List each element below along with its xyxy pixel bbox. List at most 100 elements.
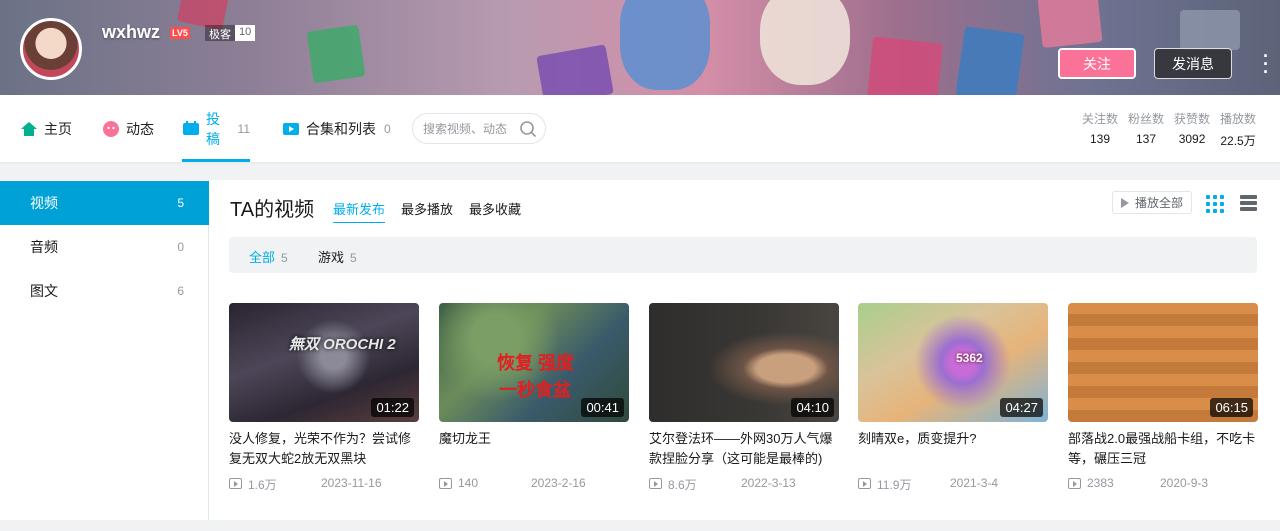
tab-uploads[interactable]: 投稿 11 [182, 95, 250, 162]
video-title[interactable]: 魔切龙王 [439, 429, 629, 469]
filter-label: 游戏 [318, 250, 345, 265]
search-box [412, 113, 546, 144]
video-thumbnail[interactable]: 恢复 强度 一秒食盆 00:41 [439, 303, 629, 422]
sidebar-item-count: 5 [177, 196, 184, 210]
stat-label: 获赞数 [1174, 112, 1211, 126]
sidebar-item-label: 图文 [30, 283, 58, 299]
gift-decoration [536, 44, 614, 95]
video-title[interactable]: 没人修复，光荣不作为？尝试修复无双大蛇2放无双黑块 [229, 429, 419, 469]
video-card[interactable]: 5362 04:27 刻晴双e，质变提升? 11.9万 2021-3-4 [858, 303, 1048, 492]
search-icon[interactable] [519, 120, 537, 138]
video-meta: 2383 2020-9-3 [1068, 476, 1258, 492]
stat-label: 播放数 [1220, 112, 1257, 126]
gift-decoration [1037, 0, 1103, 48]
dynamic-icon [102, 120, 120, 138]
video-card[interactable]: 恢复 强度 一秒食盆 00:41 魔切龙王 140 2023-2-16 [439, 303, 629, 492]
video-plays: 8.6万 [668, 478, 697, 492]
stat-label: 粉丝数 [1128, 112, 1165, 126]
tab-home[interactable]: 主页 [20, 95, 72, 162]
video-card[interactable]: 04:10 艾尔登法环——外网30万人气爆款捏脸分享（这可能是最棒的) 8.6万… [649, 303, 839, 492]
gift-decoration [955, 26, 1025, 95]
video-plays: 2383 [1087, 476, 1114, 490]
video-duration: 04:27 [1000, 398, 1043, 417]
sidebar-item-label: 视频 [30, 195, 58, 211]
play-all-button[interactable]: 播放全部 [1112, 191, 1192, 214]
collection-icon [282, 120, 300, 138]
stat-label: 关注数 [1082, 112, 1119, 126]
list-view-icon[interactable] [1240, 195, 1257, 212]
video-meta: 140 2023-2-16 [439, 476, 629, 492]
video-thumbnail[interactable]: 04:10 [649, 303, 839, 422]
video-date: 2020-9-3 [1160, 476, 1209, 490]
video-date: 2021-3-4 [950, 476, 999, 490]
follow-button[interactable]: 关注 [1058, 48, 1136, 79]
video-meta: 11.9万 2021-3-4 [858, 476, 1048, 492]
stat-value: 3092 [1178, 132, 1206, 146]
video-thumbnail[interactable]: 06:15 [1068, 303, 1258, 422]
stat-value: 139 [1089, 132, 1111, 146]
tab-uploads-label: 投稿 [206, 110, 220, 147]
filter-count: 5 [281, 251, 288, 265]
video-plays: 140 [458, 476, 479, 490]
video-duration: 04:10 [791, 398, 834, 417]
video-meta: 1.6万 2023-11-16 [229, 476, 419, 492]
sidebar-item-article[interactable]: 图文 6 [0, 269, 209, 313]
video-date: 2023-2-16 [531, 476, 586, 490]
video-card[interactable]: 無双 OROCHI 2 01:22 没人修复，光荣不作为？尝试修复无双大蛇2放无… [229, 303, 419, 492]
video-plays: 11.9万 [877, 478, 912, 492]
play-count-icon [858, 478, 871, 489]
video-title[interactable]: 刻晴双e，质变提升? [858, 429, 1048, 469]
sort-tab-most-favorited[interactable]: 最多收藏 [469, 199, 521, 218]
video-date: 2022-3-13 [741, 476, 796, 490]
video-title[interactable]: 部落战2.0最强战船卡组，不吃卡等，碾压三冠 [1068, 429, 1258, 469]
stat-following[interactable]: 关注数 139 [1082, 110, 1118, 149]
stat-plays: 播放数 22.5万 [1220, 110, 1256, 149]
category-filter-bar: 全部 5 游戏 5 [229, 237, 1257, 273]
user-tag-badge: 极客 10 [205, 25, 256, 41]
message-button[interactable]: 发消息 [1154, 48, 1232, 79]
section-title: TA的视频 [230, 199, 315, 221]
thumbnail-overlay-text: 一秒食盆 [499, 380, 571, 400]
tab-dynamic[interactable]: 动态 [102, 95, 154, 162]
content-type-sidebar: 视频 5 音频 0 图文 6 [0, 180, 209, 520]
avatar[interactable] [20, 18, 82, 80]
tab-collections[interactable]: 合集和列表 0 [282, 95, 391, 162]
gift-decoration [867, 36, 943, 95]
play-icon [1120, 197, 1129, 208]
gift-decoration [1180, 10, 1240, 50]
profile-stats: 关注数 139 粉丝数 137 获赞数 3092 播放数 22.5万 [1072, 110, 1256, 149]
video-duration: 01:22 [371, 398, 414, 417]
sidebar-item-video[interactable]: 视频 5 [0, 181, 209, 225]
sort-tab-latest[interactable]: 最新发布 [333, 199, 386, 223]
video-thumbnail[interactable]: 5362 04:27 [858, 303, 1048, 422]
user-tag-count: 10 [235, 25, 256, 41]
page-background-strip [0, 520, 1280, 531]
character-decoration [620, 0, 710, 90]
more-options-icon[interactable]: · · · [1262, 47, 1270, 81]
character-decoration [760, 0, 850, 85]
tab-dynamic-label: 动态 [126, 120, 154, 137]
video-upload-icon [182, 120, 200, 138]
tab-collections-count: 0 [384, 121, 391, 136]
play-count-icon [1068, 478, 1081, 489]
video-plays: 1.6万 [248, 478, 277, 492]
thumbnail-title-text: 無双 OROCHI 2 [289, 336, 396, 353]
sidebar-item-count: 6 [177, 284, 184, 298]
thumbnail-overlay-text: 恢复 强度 [497, 353, 575, 373]
filter-count: 5 [350, 251, 357, 265]
video-card[interactable]: 06:15 部落战2.0最强战船卡组，不吃卡等，碾压三冠 2383 2020-9… [1068, 303, 1258, 492]
sort-tab-most-played[interactable]: 最多播放 [401, 199, 453, 218]
home-icon [20, 120, 38, 138]
sidebar-item-audio[interactable]: 音频 0 [0, 225, 209, 269]
grid-view-icon[interactable] [1206, 195, 1224, 213]
stat-value: 137 [1136, 132, 1157, 146]
video-title[interactable]: 艾尔登法环——外网30万人气爆款捏脸分享（这可能是最棒的) [649, 429, 839, 469]
play-count-icon [439, 478, 452, 489]
filter-label: 全部 [249, 250, 276, 265]
search-input[interactable] [423, 121, 519, 136]
stat-followers[interactable]: 粉丝数 137 [1128, 110, 1164, 149]
filter-all[interactable]: 全部 5 [249, 247, 288, 266]
video-thumbnail[interactable]: 無双 OROCHI 2 01:22 [229, 303, 419, 422]
video-duration: 06:15 [1210, 398, 1253, 417]
filter-game[interactable]: 游戏 5 [318, 247, 357, 266]
